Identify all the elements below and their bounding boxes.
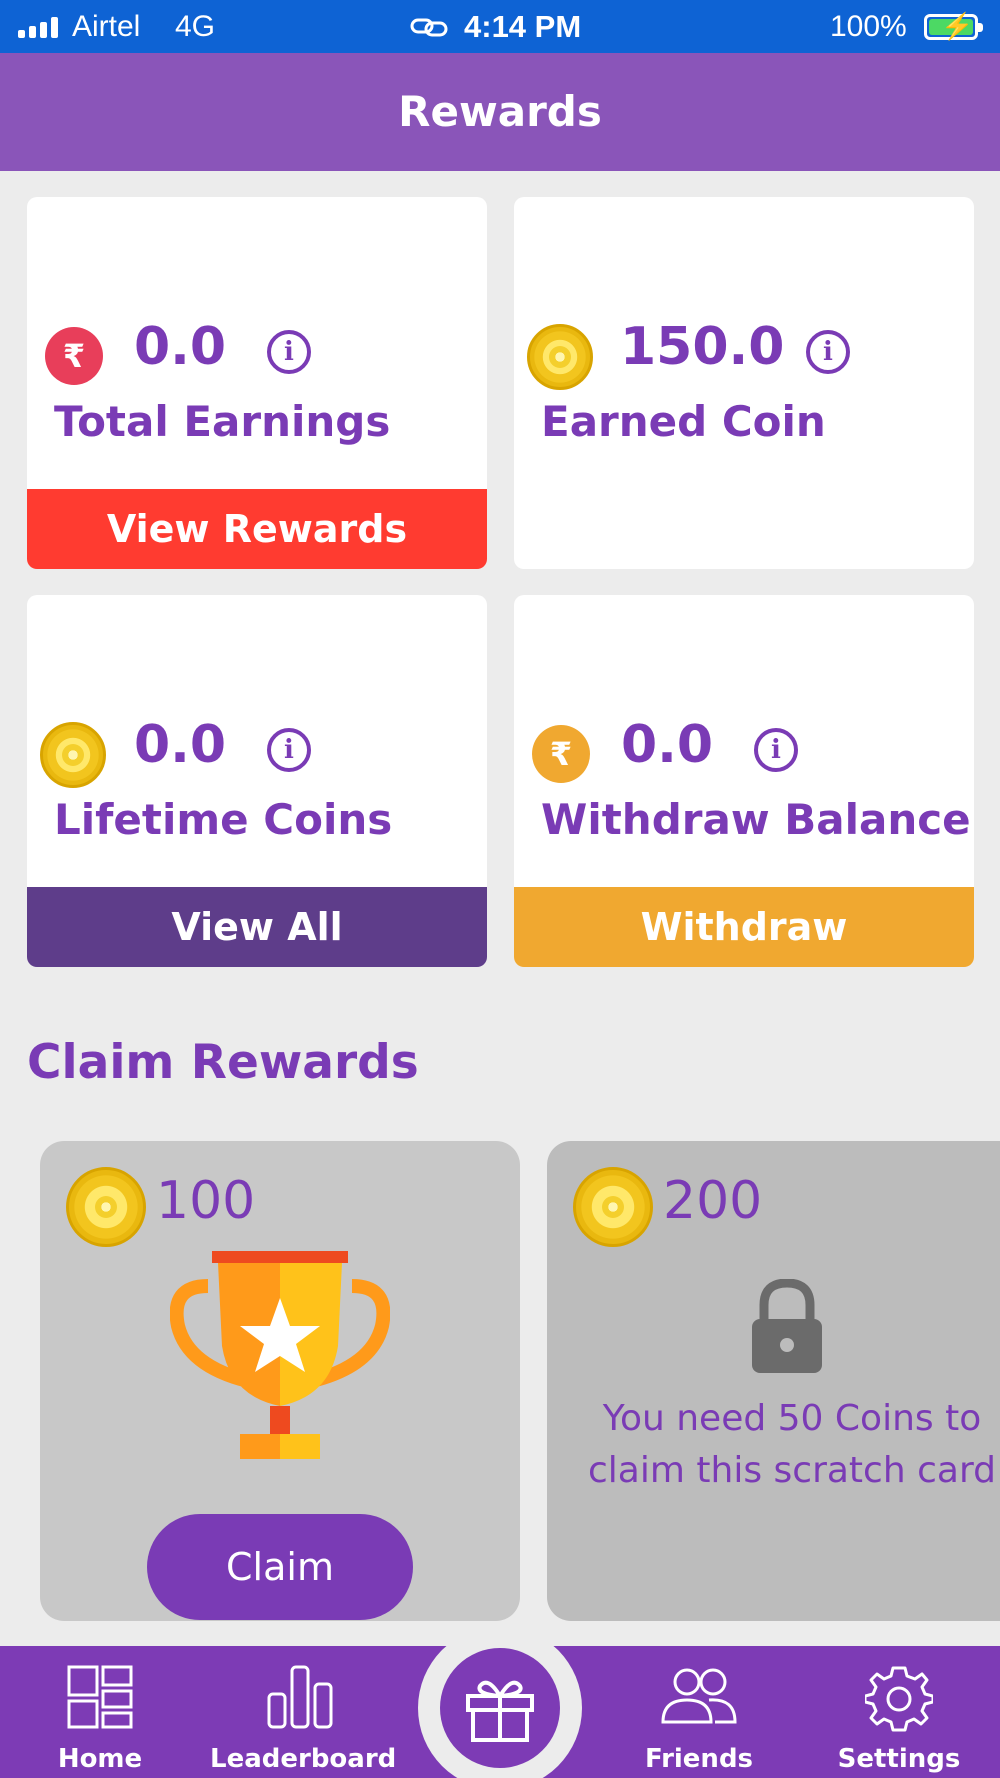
withdraw-balance-card: ₹ 0.0 i Withdraw Balance Withdraw (514, 595, 974, 967)
link-icon (410, 14, 450, 45)
coin-icon (40, 722, 106, 788)
gift-icon (466, 1680, 534, 1742)
network-type: 4G (175, 10, 216, 43)
nav-label-settings: Settings (837, 1744, 961, 1774)
nav-friends[interactable]: Friends (638, 1646, 760, 1778)
gift-button[interactable] (440, 1648, 560, 1768)
claim-button[interactable]: Claim (147, 1514, 413, 1620)
view-all-button[interactable]: View All (27, 887, 487, 967)
app-header: Rewards (0, 53, 1000, 171)
signal-icon (18, 16, 58, 38)
total-earnings-value: 0.0 (134, 317, 227, 377)
withdraw-button[interactable]: Withdraw (514, 887, 974, 967)
info-icon[interactable]: i (806, 330, 850, 374)
friends-icon (659, 1664, 739, 1730)
bottom-nav: Home Leaderboard Friends Settings (0, 1626, 1000, 1778)
status-bar: Airtel 4G 4:14 PM 100% ⚡ (0, 0, 1000, 53)
info-icon[interactable]: i (267, 728, 311, 772)
lock-icon (750, 1278, 824, 1379)
lifetime-coins-card: 0.0 i Lifetime Coins View All (27, 595, 487, 967)
nav-label-friends: Friends (644, 1744, 754, 1774)
nav-home[interactable]: Home (40, 1646, 160, 1778)
page-title: Rewards (398, 87, 602, 136)
rupee-icon: ₹ (532, 725, 590, 783)
nav-leaderboard[interactable]: Leaderboard (210, 1646, 397, 1778)
total-earnings-label: Total Earnings (54, 397, 391, 446)
claim-amount: 100 (156, 1171, 256, 1231)
view-rewards-button[interactable]: View Rewards (27, 489, 487, 569)
total-earnings-card: ₹ 0.0 i Total Earnings View Rewards (27, 197, 487, 569)
claim-amount: 200 (663, 1171, 763, 1231)
home-icon (66, 1664, 134, 1734)
coin-icon (573, 1167, 653, 1247)
locked-message: You need 50 Coins to claim this scratch … (588, 1398, 996, 1491)
withdraw-balance-label: Withdraw Balance (541, 795, 971, 844)
gear-icon (863, 1664, 935, 1736)
coin-icon (66, 1167, 146, 1247)
coin-icon (527, 324, 593, 390)
nav-settings[interactable]: Settings (832, 1646, 966, 1778)
earned-coin-value: 150.0 (620, 317, 785, 377)
nav-label-leaderboard: Leaderboard (210, 1744, 397, 1774)
trophy-icon (169, 1246, 391, 1470)
clock: 4:14 PM (464, 9, 582, 44)
battery-icon: ⚡ (924, 13, 983, 40)
withdraw-balance-value: 0.0 (621, 715, 714, 775)
lifetime-coins-value: 0.0 (134, 715, 227, 775)
nav-label-home: Home (57, 1744, 143, 1774)
rupee-icon: ₹ (45, 327, 103, 385)
carrier-name: Airtel (72, 10, 141, 43)
leaderboard-icon (266, 1664, 334, 1734)
claim-rewards-heading: Claim Rewards (27, 1035, 419, 1090)
claim-card-100[interactable]: 100 Claim (40, 1141, 520, 1621)
earned-coin-label: Earned Coin (541, 397, 826, 446)
info-icon[interactable]: i (267, 330, 311, 374)
battery-percent: 100% (830, 10, 907, 43)
earned-coin-card: 150.0 i Earned Coin (514, 197, 974, 569)
lifetime-coins-label: Lifetime Coins (54, 795, 393, 844)
claim-card-200-locked[interactable]: 200 You need 50 Coins to claim this scra… (547, 1141, 1000, 1621)
info-icon[interactable]: i (754, 728, 798, 772)
